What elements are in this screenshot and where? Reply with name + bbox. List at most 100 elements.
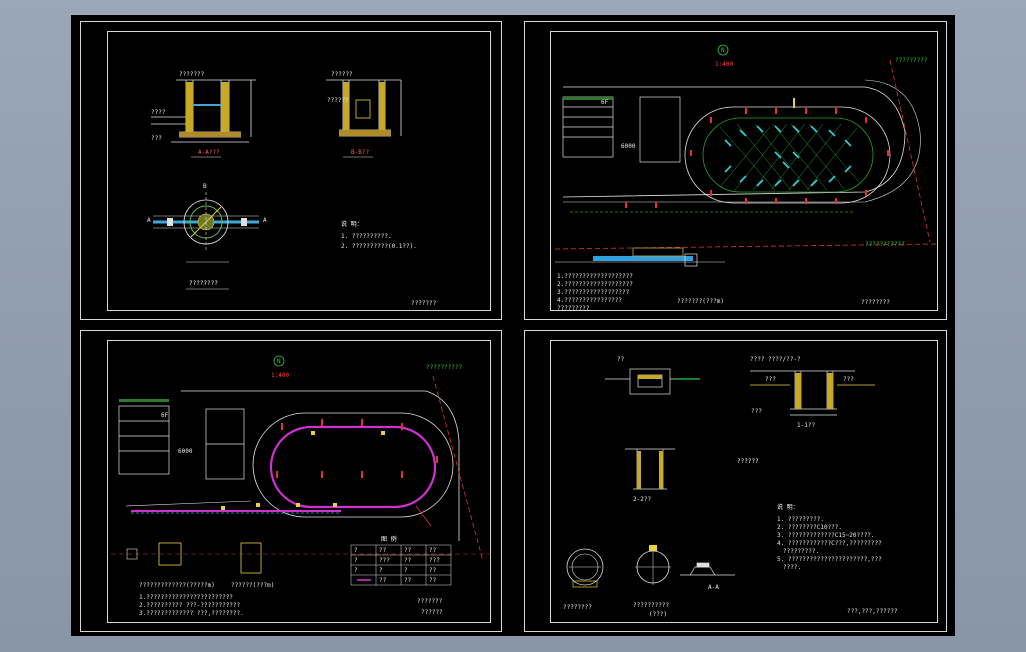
section-b-wall-left [343, 82, 349, 130]
manhole-section [625, 448, 675, 490]
svg-text:?: ? [354, 567, 358, 574]
section-b-top-label: ?????? [331, 71, 353, 78]
sheet-site-plan-irrigation[interactable]: N 1:400 6F 6000 ????????? ??????????? 1.… [524, 21, 947, 320]
property-line [432, 375, 484, 562]
section-pipe [593, 256, 693, 261]
dim-6000: 6000 [178, 448, 193, 455]
scale-label: 1:400 [271, 372, 289, 379]
note-5: ?????????. [783, 548, 819, 555]
notes-title: 说 明： [341, 220, 363, 228]
label-c: ??? [751, 408, 762, 415]
inspection-pits [221, 431, 385, 510]
sheet-1-drawing: ??????? ???? ??? A-A??? ?????? ?????? B-… [147, 71, 437, 307]
sheet-site-plan-drainage[interactable]: N 1:400 6F 6000 ?????????? ?????????????… [80, 330, 502, 632]
section-a-pipe: ??? [151, 135, 162, 142]
road-label: ?????????? [426, 364, 463, 371]
detail-aa [680, 562, 735, 576]
cad-viewport[interactable]: ??????? ???? ??? A-A??? ?????? ?????? B-… [71, 15, 955, 636]
section-a-caption: A-A??? [198, 149, 220, 156]
section-b-wall-right [379, 82, 385, 130]
title-block: ???????? [861, 299, 890, 306]
section-caption: ?????? [737, 458, 759, 465]
road-outline [181, 390, 460, 541]
svg-text:??: ?? [379, 577, 387, 584]
property-line [889, 59, 931, 243]
detail-top-left-label: ?? [617, 356, 625, 363]
road-outline [562, 86, 906, 198]
section-b-caption: B-B?? [351, 149, 369, 156]
drain-markers [625, 108, 889, 208]
section-2: 2-2?? [633, 496, 651, 503]
marker-a-right: A [263, 217, 267, 224]
title-block: ???,???,?????? [847, 608, 898, 615]
sheet-2-drawing: N 1:400 6F 6000 ????????? ??????????? 1.… [554, 44, 937, 312]
manhole-cover-left [566, 548, 604, 588]
note-3: 3.????????????? ???,????????. [139, 610, 244, 617]
svg-text:??: ?? [404, 577, 412, 584]
svg-text:??: ?? [404, 547, 412, 554]
note-2: 2.?????????? ???-??????????? [139, 602, 241, 609]
svg-text:??: ?? [429, 577, 437, 584]
note-1: 1.???????????????????????? [139, 594, 233, 601]
section-caption: ???????(???m) [677, 298, 724, 305]
detail-1-caption: ?????????????(?????m) [139, 582, 215, 589]
sheet-3-drawing: N 1:400 6F 6000 ?????????? ?????????????… [111, 355, 491, 617]
section-a-level: ???? [151, 109, 166, 116]
svg-text:??: ?? [429, 567, 437, 574]
note-7: ????. [783, 564, 801, 571]
north-label: N [721, 47, 725, 54]
running-track [684, 106, 891, 204]
sheet-detail-sections[interactable]: ??????? ???? ??? A-A??? ?????? ?????? B-… [80, 21, 502, 320]
section-1: 1-1?? [797, 422, 815, 429]
detail-top-right-label: ???? ????/??-? [750, 356, 801, 363]
building-block [562, 96, 614, 158]
marker-b: B [203, 183, 207, 190]
title-block-2: ?????? [421, 609, 443, 616]
section-a-wall-left [186, 82, 193, 132]
detail-top-left [605, 368, 700, 395]
sheet-manhole-details[interactable]: ?? ???? ????/??-? ??? ??? ??? 1-1?? 2-2?… [524, 330, 947, 632]
court [639, 96, 681, 163]
building-label: 6F [601, 99, 609, 106]
svg-text:?: ? [354, 547, 358, 554]
notes-title: 说 明： [777, 503, 799, 511]
scale-label: 1:400 [715, 61, 733, 68]
legend-2: 2.??????????????????? [557, 281, 633, 288]
svg-text:?: ? [379, 567, 383, 574]
water-line-a [193, 104, 221, 106]
note-1: 1. ?????????. [777, 516, 824, 523]
manhole-cover-right [635, 545, 671, 585]
caption-aa: A-A [708, 584, 719, 591]
title-block: ??????? [411, 300, 437, 307]
legend-4: 4.???????????????? [557, 297, 622, 304]
detail-box-2 [240, 542, 262, 574]
label-a: ??? [765, 376, 776, 383]
legend-5: ????????? [557, 305, 590, 312]
plan-caption: ???????? [189, 280, 218, 287]
plan-view [153, 192, 259, 252]
svg-text:?: ? [354, 557, 358, 564]
drain-loop [269, 425, 437, 509]
note-3: 3. ?????????????C15~20????. [777, 532, 875, 539]
svg-text:???: ??? [379, 557, 390, 564]
caption-right-sub: (???) [649, 611, 667, 618]
svg-text:??: ?? [404, 557, 412, 564]
road-label-bottom: ??????????? [865, 241, 905, 248]
section-b-valve [355, 99, 371, 119]
svg-text:?: ? [404, 567, 408, 574]
caption-right: ?????????? [633, 602, 670, 609]
dim-6000: 6000 [621, 143, 636, 150]
legend-1: 1.??????????????????? [557, 273, 633, 280]
note-2: 2. ????????C10???. [777, 524, 842, 531]
north-label: N [277, 358, 281, 365]
road-label-top: ????????? [895, 57, 928, 64]
section-b-gate: ?????? [327, 97, 349, 104]
section-b-drawing [326, 79, 402, 137]
note-2: 2. ??????????(0.1??). [341, 243, 417, 250]
note-4: 4. ????????????C???,????????? [777, 540, 882, 547]
sheet-4-drawing: ?? ???? ????/??-? ??? ??? ??? 1-1?? 2-2?… [563, 356, 898, 618]
section-a-wall-right [221, 82, 229, 132]
note-6: 5. ??????????????????????,??? [777, 556, 882, 563]
section-b-base [339, 130, 391, 136]
svg-text:??: ?? [379, 547, 387, 554]
